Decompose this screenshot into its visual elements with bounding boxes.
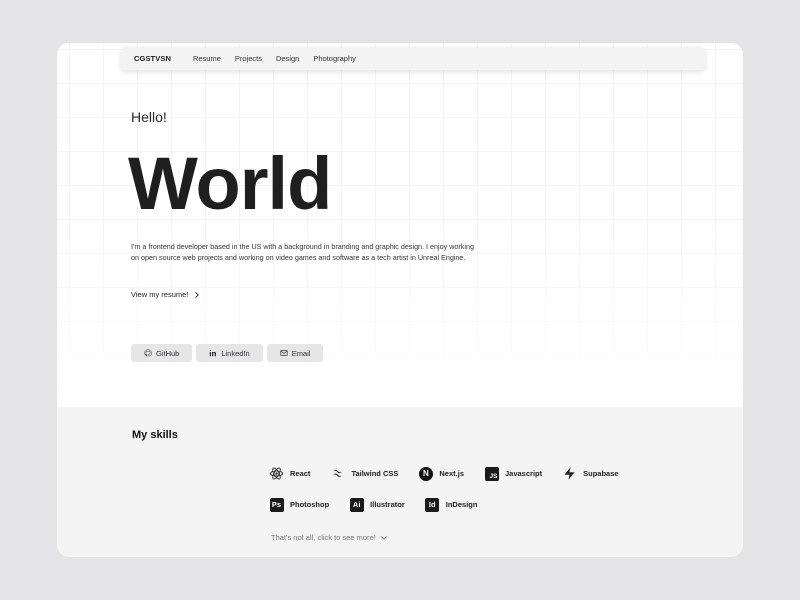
see-more-link[interactable]: That's not all, click to see more! <box>271 533 388 542</box>
skill-label-photoshop: Photoshop <box>290 500 330 509</box>
view-resume-link[interactable]: View my resume! <box>131 290 201 299</box>
indesign-icon-wrap: Id <box>425 497 440 512</box>
skill-label-react: React <box>290 469 311 478</box>
skill-label-javascript: Javascript <box>505 469 543 478</box>
headline: World <box>128 142 332 225</box>
skill-label-tailwind: Tailwind CSS <box>351 469 399 478</box>
email-label: Email <box>291 348 311 358</box>
illustrator-icon-wrap: Ai <box>349 497 364 512</box>
skill-label-supabase: Supabase <box>583 469 619 478</box>
navbar: CGSTVSN Resume Projects Design Photograp… <box>121 47 705 70</box>
portfolio-card: CGSTVSN Resume Projects Design Photograp… <box>57 43 743 557</box>
linkedin-button[interactable]: LinkedIn <box>196 344 263 362</box>
bio-text: I'm a frontend developer based in the US… <box>131 242 474 263</box>
nextjs-icon: N <box>418 466 433 481</box>
view-resume-label: View my resume! <box>131 290 189 299</box>
skills-title: My skills <box>132 429 178 441</box>
skill-javascript: JS Javascript <box>484 466 542 481</box>
skill-tailwind: Tailwind CSS <box>330 466 398 481</box>
chevron-right-icon <box>195 291 200 298</box>
skill-supabase: Supabase <box>562 466 619 481</box>
illustrator-icon: Ai <box>349 497 364 512</box>
github-icon <box>144 349 152 357</box>
email-button[interactable]: Email <box>266 344 324 362</box>
see-more-label: That's not all, click to see more! <box>271 533 376 542</box>
skill-photoshop: Ps Photoshop <box>269 497 329 512</box>
skill-indesign: Id InDesign <box>425 497 478 512</box>
skill-label-indesign: InDesign <box>445 500 478 509</box>
email-icon <box>280 350 288 356</box>
nav-link-design[interactable]: Design <box>276 54 299 63</box>
nextjs-icon-wrap: N <box>418 466 433 481</box>
brand-logo[interactable]: CGSTVSN <box>134 54 171 63</box>
skill-label-nextjs: Next.js <box>439 469 464 478</box>
linkedin-label: LinkedIn <box>221 348 250 358</box>
github-button[interactable]: GitHub <box>131 344 193 362</box>
photoshop-icon: Ps <box>269 497 284 512</box>
javascript-icon: JS <box>484 466 499 481</box>
javascript-icon-wrap: JS <box>484 466 499 481</box>
social-buttons: GitHub LinkedIn Email <box>131 344 324 362</box>
skills-row-1: React Tailwind CSS N Next.js JS Javascri… <box>269 466 639 481</box>
hero-section: CGSTVSN Resume Projects Design Photograp… <box>57 43 743 407</box>
skills-row-2: Ps Photoshop Ai Illustrator Id InDesign <box>269 497 497 512</box>
greeting: Hello! <box>131 109 167 125</box>
supabase-icon <box>562 466 577 481</box>
indesign-icon: Id <box>425 497 440 512</box>
skill-nextjs: N Next.js <box>418 466 464 481</box>
skill-react: React <box>269 466 310 481</box>
skill-label-illustrator: Illustrator <box>370 500 405 509</box>
nav-link-photography[interactable]: Photography <box>313 54 356 63</box>
photoshop-icon-wrap: Ps <box>269 497 284 512</box>
chevron-down-icon <box>380 535 387 540</box>
react-icon <box>269 466 284 481</box>
linkedin-icon <box>210 349 217 357</box>
github-label: GitHub <box>156 348 180 358</box>
tailwind-icon <box>330 466 345 481</box>
skills-section: My skills React Tailwind CSS N Next.js J… <box>57 407 743 557</box>
nav-link-projects[interactable]: Projects <box>235 54 262 63</box>
skill-illustrator: Ai Illustrator <box>349 497 405 512</box>
nav-link-resume[interactable]: Resume <box>193 54 221 63</box>
